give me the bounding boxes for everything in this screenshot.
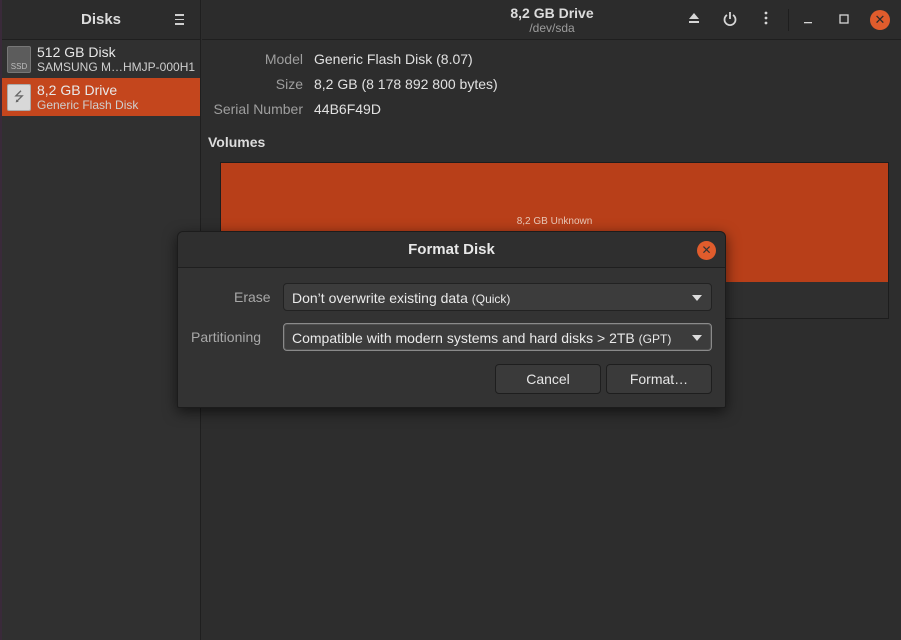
serial-value: 44B6F49D xyxy=(314,101,381,117)
window-title: 8,2 GB Drive xyxy=(510,5,594,21)
disks-window: Disks SSD 512 GB Disk SAMSUNG M…HMJP-000… xyxy=(0,0,901,640)
usb-drive-icon: ⭍ xyxy=(7,84,31,111)
erase-value: Don’t overwrite existing data xyxy=(292,290,468,306)
dialog-header: Format Disk ✕ xyxy=(178,232,725,268)
drive-name: 512 GB Disk xyxy=(37,44,116,60)
model-value: Generic Flash Disk (8.07) xyxy=(314,51,473,67)
erase-value-suffix: (Quick) xyxy=(471,292,511,306)
size-value: 8,2 GB (8 178 892 800 bytes) xyxy=(314,76,498,92)
eject-icon[interactable] xyxy=(685,11,703,29)
drive-name: 8,2 GB Drive xyxy=(37,82,118,98)
dialog-title: Format Disk xyxy=(408,241,495,258)
serial-label: Serial Number xyxy=(213,101,303,117)
sidebar: Disks SSD 512 GB Disk SAMSUNG M…HMJP-000… xyxy=(2,0,201,640)
partitioning-value-suffix: (GPT) xyxy=(638,332,672,346)
drive-item-8gb[interactable]: ⭍ 8,2 GB Drive Generic Flash Disk xyxy=(2,78,200,116)
header-separator xyxy=(788,9,789,31)
chevron-down-icon xyxy=(692,295,702,301)
erase-select[interactable]: Don’t overwrite existing data (Quick) xyxy=(283,283,712,311)
power-icon[interactable] xyxy=(721,11,739,29)
partitioning-value: Compatible with modern systems and hard … xyxy=(292,330,635,346)
volume-label: 8,2 GB Unknown xyxy=(516,216,593,227)
cancel-button[interactable]: Cancel xyxy=(495,364,601,394)
sidebar-header: Disks xyxy=(2,0,200,40)
erase-label: Erase xyxy=(234,289,271,305)
window-subtitle: /dev/sda xyxy=(529,21,575,35)
partitioning-label: Partitioning xyxy=(191,329,262,345)
minimize-icon[interactable] xyxy=(799,11,817,29)
drive-subtitle: Generic Flash Disk xyxy=(37,98,139,112)
partitioning-select[interactable]: Compatible with modern systems and hard … xyxy=(283,323,712,351)
chevron-down-icon xyxy=(692,335,702,341)
ssd-icon: SSD xyxy=(7,46,31,73)
size-label: Size xyxy=(275,76,303,92)
header-bar: 8,2 GB Drive /dev/sda ✕ xyxy=(202,0,901,40)
maximize-icon[interactable] xyxy=(835,11,853,29)
drive-subtitle: SAMSUNG M…HMJP-000H1 xyxy=(37,60,196,74)
model-label: Model xyxy=(264,51,303,67)
hamburger-menu-icon[interactable] xyxy=(173,11,189,27)
volumes-title: Volumes xyxy=(208,134,266,150)
dialog-close-icon[interactable]: ✕ xyxy=(697,241,716,260)
close-icon[interactable]: ✕ xyxy=(870,10,890,30)
format-button[interactable]: Format… xyxy=(606,364,712,394)
sidebar-title: Disks xyxy=(80,11,122,28)
format-disk-dialog: Format Disk ✕ Erase Don’t overwrite exis… xyxy=(177,231,726,408)
more-options-icon[interactable] xyxy=(757,11,775,29)
drive-item-512gb[interactable]: SSD 512 GB Disk SAMSUNG M…HMJP-000H1 xyxy=(2,40,200,78)
